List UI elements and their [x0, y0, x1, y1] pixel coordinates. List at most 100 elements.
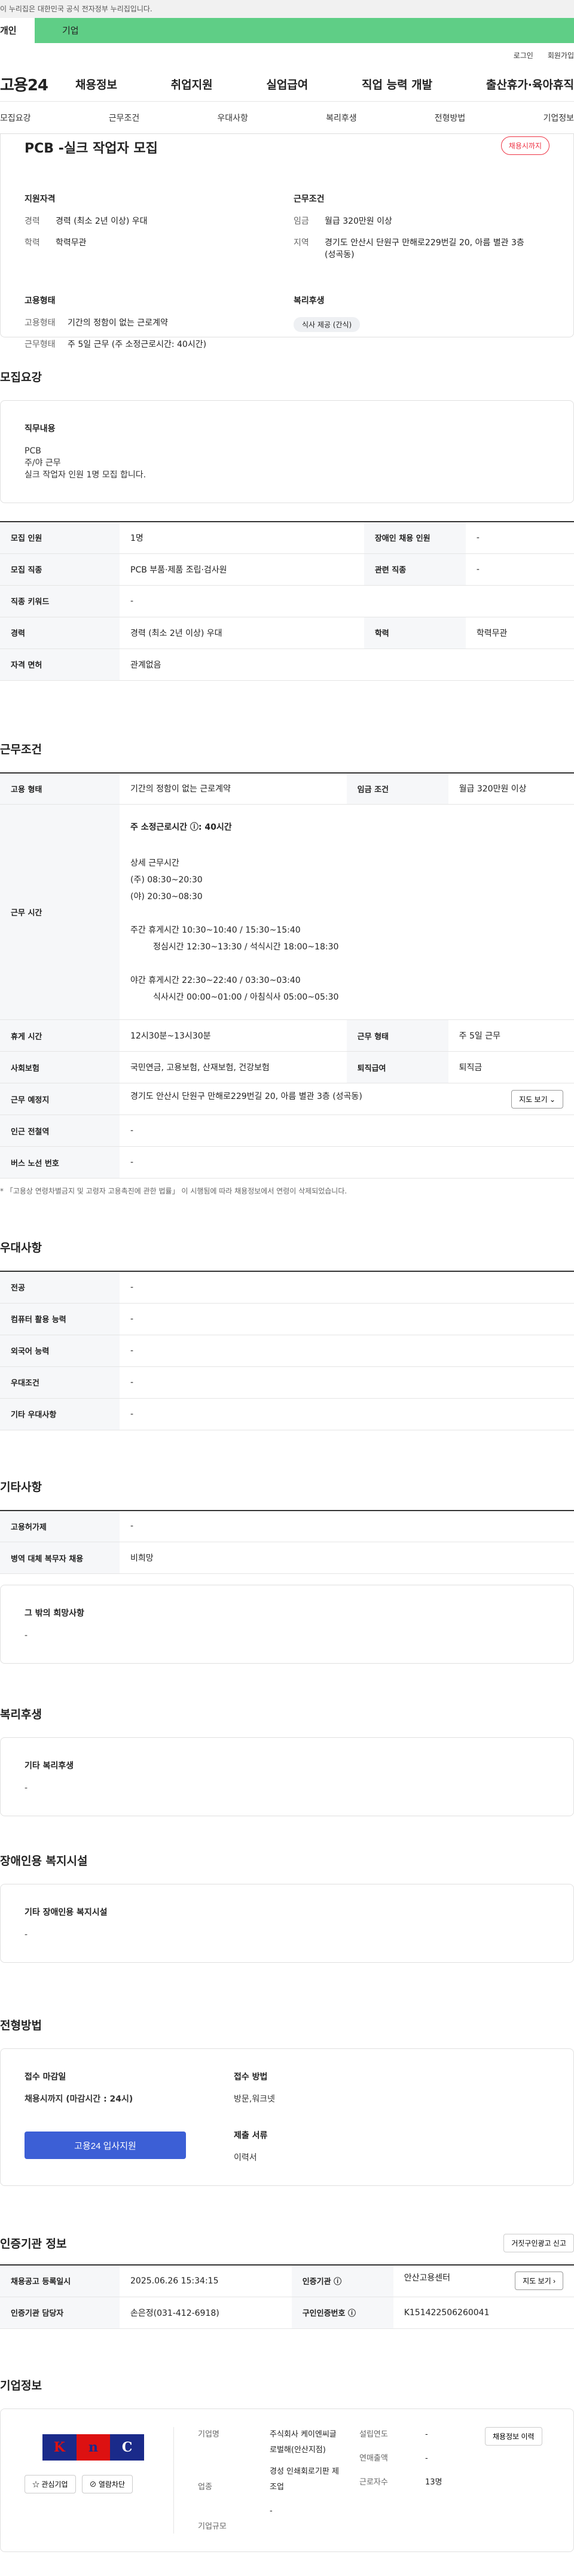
cell-value: 손은정(031-412-6918): [120, 2297, 292, 2329]
docs-value: 이력서: [234, 2153, 257, 2163]
cell-label: 전공: [0, 1271, 120, 1304]
section-tabs: 모집요강 근무조건 우대사항 복리후생 전형방법 기업정보: [0, 102, 574, 134]
cell-value: 국민연금, 고용보험, 산재보험, 건강보험: [120, 1051, 347, 1083]
cell-value: 경기도 안산시 단원구 만해로229번길 20, 아름 별관 3층 (성곡동) 지…: [120, 1083, 574, 1115]
work-hours-line: 상세 근무시간: [130, 858, 179, 868]
benefit-section-title: 복리후생: [0, 1708, 42, 1721]
table-row: 인증기관 담당자 손은정(031-412-6918) 구인인증번호 ⓘ K151422…: [0, 2297, 574, 2329]
cert-map-button[interactable]: 지도 보기 ›: [515, 2271, 563, 2291]
table-row: 컴퓨터 활용 능력 -: [0, 1303, 574, 1335]
company-value: 경성 인쇄회로기판 제조업: [270, 2467, 339, 2492]
summary-value: 경력 (최소 2년 이상) 우대: [56, 217, 148, 226]
work-location-text: 경기도 안산시 단원구 만해로229번길 20, 아름 별관 3층 (성곡동): [130, 1091, 362, 1101]
signup-link[interactable]: 회원가입: [548, 50, 574, 60]
cell-value: PCB 부품·제품 조립·검사원: [120, 553, 364, 586]
gnb-item-jobs[interactable]: 채용정보: [75, 76, 117, 92]
pref-section-title: 우대사항: [0, 1241, 42, 1254]
cell-label: 병역 대체 복무자 채용: [0, 1542, 120, 1574]
company-box: K n C ☆ 관심기업 ⊘ 열람차단 기업명 업종 기업규모 주식회사 케이엔…: [0, 2408, 574, 2552]
cert-header: 인증기관 정보 거짓구인광고 신고: [0, 2186, 574, 2264]
job-title: PCB -실크 작업자 모집: [25, 141, 158, 156]
gnb-item-leave[interactable]: 출산휴가·육아휴직: [486, 76, 574, 92]
cell-label: 장애인 채용 인원: [364, 522, 466, 554]
cell-label: 외국어 능력: [0, 1335, 120, 1367]
company-value: -: [425, 2429, 428, 2439]
cell-value: 월급 320만원 이상: [448, 772, 574, 805]
cell-label: 컴퓨터 활용 능력: [0, 1303, 120, 1335]
summary-value: 학력무관: [56, 238, 87, 248]
table-row: 기타 우대사항 -: [0, 1398, 574, 1430]
cert-table: 채용공고 등록일시 2025.06.26 15:34:15 인증기관 ⓘ 안산고용센터…: [0, 2264, 574, 2329]
summary-value: 월급 320만원 이상: [325, 217, 392, 226]
table-row: 외국어 능력 -: [0, 1335, 574, 1367]
apply-button[interactable]: 고용24 입사지원: [25, 2132, 186, 2159]
employment-heading: 고용형태: [25, 296, 56, 306]
cell-value: -: [120, 1335, 574, 1367]
docs-heading: 제출 서류: [234, 2131, 268, 2140]
pref-table: 전공 - 컴퓨터 활용 능력 - 외국어 능력 - 우대조건 - 기타 우대사항 -: [0, 1271, 574, 1430]
company-logo-letter: K: [42, 2434, 77, 2461]
block-company-button[interactable]: ⊘ 열람차단: [81, 2474, 133, 2493]
tab-conditions[interactable]: 근무조건: [109, 112, 140, 124]
job-summary-card: PCB -실크 작업자 모집 채용시까지 지원자격 경력 경력 (최소 2년 이상…: [0, 134, 574, 349]
table-row: 모집 인원 1명 장애인 채용 인원 -: [0, 522, 574, 554]
login-link[interactable]: 로그인: [514, 50, 533, 60]
gnb-item-support[interactable]: 취업지원: [171, 76, 213, 92]
process-section-title: 전형방법: [0, 2019, 42, 2032]
cell-label: 관련 직종: [364, 553, 466, 586]
table-row: 고용 형태 기간의 정함이 없는 근로계약 임금 조건 월급 320만원 이상: [0, 772, 574, 805]
work-hours-line: 주 소정근로시간 ⓘ: 40시간: [130, 822, 232, 832]
tab-preferences[interactable]: 우대사항: [217, 112, 248, 124]
tab-company[interactable]: 기업정보: [543, 112, 574, 124]
cell-value: 관계없음: [120, 648, 574, 681]
utility-menu: 로그인 회원가입: [0, 43, 574, 67]
benefit-heading: 기타 복리후생: [25, 1761, 74, 1771]
work-hours-line: 식사시간 00:00~01:00 / 아침식사 05:00~05:30: [153, 992, 339, 1002]
recruit-table: 모집 인원 1명 장애인 채용 인원 - 모집 직종 PCB 부품·제품 조립·검사원 관…: [0, 521, 574, 681]
gov-banner: 이 누리집은 대한민국 공식 전자정부 누리집입니다.: [0, 0, 574, 18]
summary-label: 경력: [25, 217, 40, 226]
etc-wishes-box: 그 밖의 희망사항 -: [0, 1585, 574, 1664]
tab-welfare[interactable]: 복리후생: [326, 112, 357, 124]
cell-label: 채용공고 등록일시: [0, 2265, 120, 2297]
cell-value: 비희망: [120, 1542, 574, 1574]
map-view-button[interactable]: 지도 보기 ⌄: [511, 1089, 563, 1109]
summary-label: 학력: [25, 238, 40, 248]
gnb-item-training[interactable]: 직업 능력 개발: [362, 76, 432, 92]
site-logo[interactable]: 고용24: [0, 73, 75, 95]
job-line: 주/야 근무: [25, 458, 61, 468]
cell-label: 구인인증번호 ⓘ: [291, 2297, 393, 2329]
table-row: 병역 대체 복무자 채용 비희망: [0, 1542, 574, 1574]
benefit-box: 기타 복리후생 -: [0, 1737, 574, 1816]
tab-process[interactable]: 전형방법: [435, 112, 466, 124]
company-value: 13명: [425, 2477, 442, 2487]
welfare-pill: 식사 제공 (간식): [294, 317, 361, 332]
cell-label: 휴게 시간: [0, 1019, 120, 1052]
user-type-company[interactable]: 기업: [35, 18, 574, 43]
cell-label: 모집 인원: [0, 522, 120, 554]
table-row: 인근 전철역 -: [0, 1115, 574, 1147]
cell-value: -: [120, 1510, 574, 1542]
cell-value: 기간의 정함이 없는 근로계약: [120, 772, 347, 805]
cell-label: 모집 직종: [0, 553, 120, 586]
report-fake-ad-button[interactable]: 거짓구인광고 신고: [503, 2234, 574, 2252]
user-type-personal[interactable]: 개인: [0, 18, 35, 43]
cell-value: -: [465, 522, 574, 554]
table-row: 자격 면허 관계없음: [0, 648, 574, 681]
summary-value: 경기도 안산시 단원구 만해로229번길 20, 아름 별관 3층 (성곡동): [325, 238, 524, 260]
favorite-company-button[interactable]: ☆ 관심기업: [25, 2474, 76, 2493]
cell-label: 우대조건: [0, 1366, 120, 1399]
cell-label: 기타 우대사항: [0, 1398, 120, 1430]
company-value: -: [425, 2453, 428, 2463]
hiring-history-button[interactable]: 채용정보 이력: [485, 2426, 542, 2446]
job-description-heading: 직무내용: [25, 424, 56, 434]
summary-label: 고용형태: [25, 318, 56, 328]
company-label: 기업규모: [198, 2522, 227, 2531]
cell-label: 사회보험: [0, 1051, 120, 1083]
job-description-box: 직무내용 PCB 주/야 근무 실크 작업자 인원 1명 모집 합니다.: [0, 400, 574, 503]
table-row: 모집 직종 PCB 부품·제품 조립·검사원 관련 직종 -: [0, 553, 574, 586]
summary-label: 임금: [294, 217, 309, 226]
cell-value: -: [120, 1398, 574, 1430]
gnb-item-benefits[interactable]: 실업급여: [266, 76, 308, 92]
tab-recruit[interactable]: 모집요강: [0, 112, 31, 124]
